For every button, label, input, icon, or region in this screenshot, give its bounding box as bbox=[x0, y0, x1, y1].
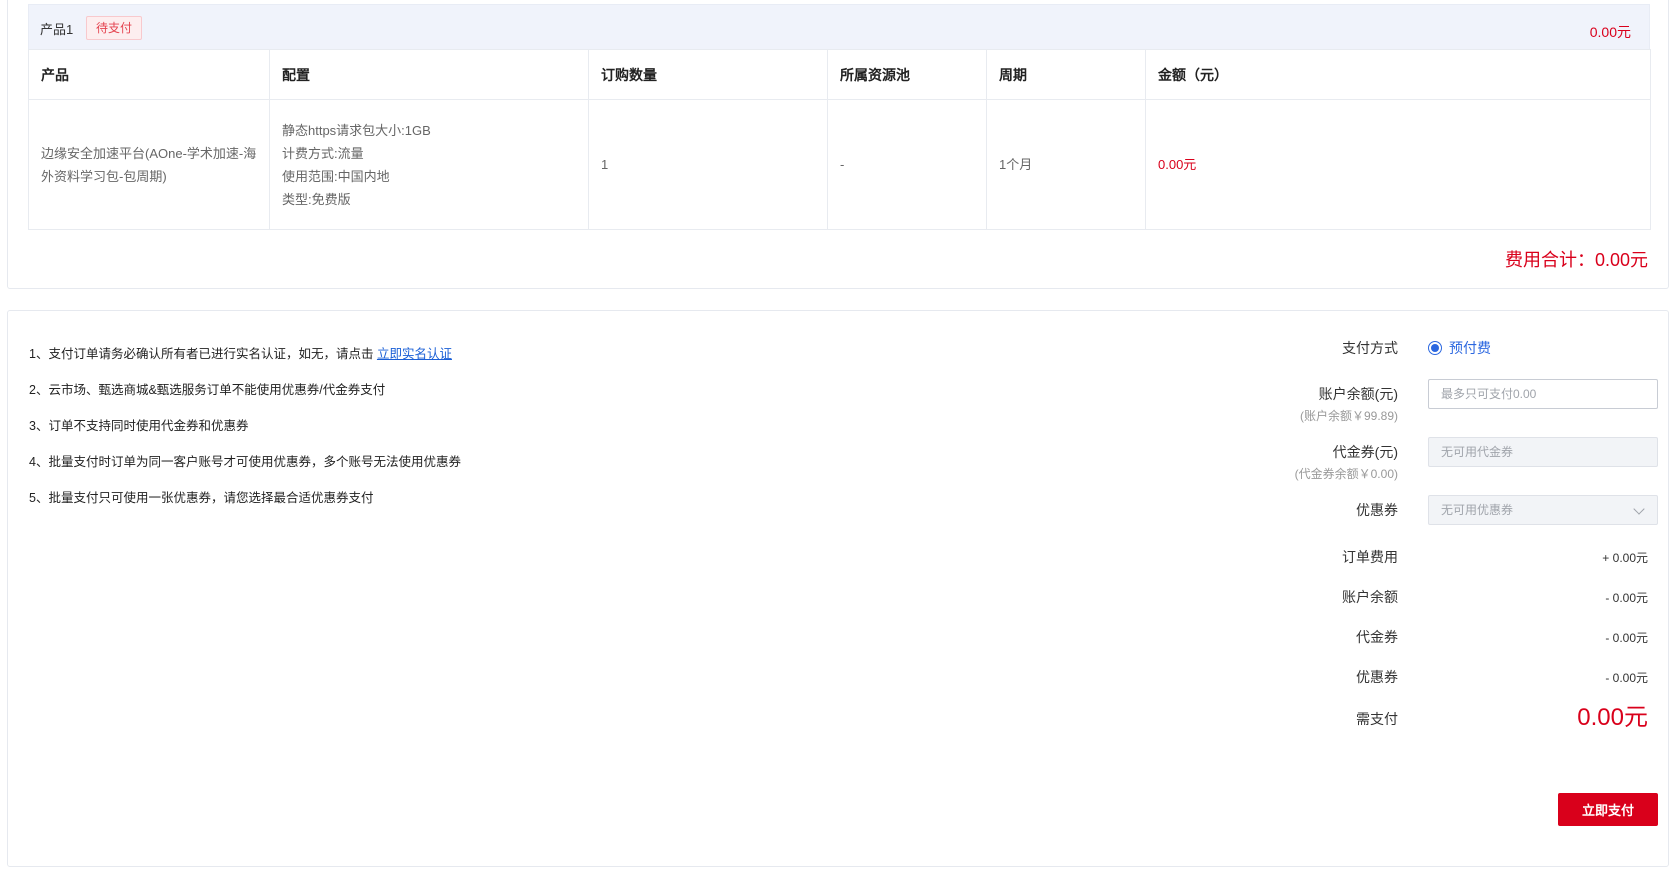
col-header-period: 周期 bbox=[986, 49, 1146, 100]
summary-voucher-label: 代金券 bbox=[1356, 629, 1398, 645]
cell-resource-pool: - bbox=[827, 99, 987, 230]
order-header-band: 产品1 待支付 0.00元 bbox=[28, 4, 1650, 50]
summary-coupon-value: - 0.00元 bbox=[1605, 671, 1648, 685]
voucher-available: (代金券余额￥0.00) bbox=[1294, 467, 1398, 481]
summary-voucher-value: - 0.00元 bbox=[1605, 631, 1648, 645]
coupon-select[interactable]: 无可用优惠券 bbox=[1428, 495, 1658, 525]
cell-period: 1个月 bbox=[986, 99, 1146, 230]
voucher-label: 代金券(元) bbox=[1332, 444, 1398, 460]
order-card: 产品1 待支付 0.00元 产品 配置 订购数量 所属资源池 周期 金额（元） … bbox=[7, 0, 1669, 289]
config-line: 使用范围:中国内地 bbox=[282, 168, 390, 184]
order-table: 产品 配置 订购数量 所属资源池 周期 金额（元） 边缘安全加速平台(AOne-… bbox=[28, 49, 1651, 230]
balance-label: 账户余额(元) bbox=[1318, 386, 1398, 402]
balance-available: (账户余额￥99.89) bbox=[1299, 409, 1398, 423]
summary-coupon-label: 优惠券 bbox=[1356, 669, 1398, 685]
coupon-label: 优惠券 bbox=[1356, 502, 1398, 518]
total-cost: 费用合计：0.00元 bbox=[1504, 250, 1648, 270]
note-3: 3、订单不支持同时使用代金券和优惠券 bbox=[29, 419, 249, 433]
need-pay-value: 0.00元 bbox=[1577, 704, 1648, 731]
config-line: 计费方式:流量 bbox=[282, 145, 364, 161]
col-header-config: 配置 bbox=[269, 49, 589, 100]
summary-order-fee-value: + 0.00元 bbox=[1602, 551, 1648, 565]
summary-balance-label: 账户余额 bbox=[1342, 589, 1398, 605]
table-row: 边缘安全加速平台(AOne-学术加速-海外资料学习包-包周期) 静态https请… bbox=[28, 99, 1651, 230]
col-header-amount: 金额（元） bbox=[1145, 49, 1651, 100]
summary-order-fee-label: 订单费用 bbox=[1342, 549, 1398, 565]
cell-config: 静态https请求包大小:1GB 计费方式:流量 使用范围:中国内地 类型:免费… bbox=[269, 99, 589, 230]
summary-balance-value: - 0.00元 bbox=[1605, 591, 1648, 605]
table-header-row: 产品 配置 订购数量 所属资源池 周期 金额（元） bbox=[28, 49, 1651, 100]
col-header-quantity: 订购数量 bbox=[588, 49, 828, 100]
pay-now-button[interactable]: 立即支付 bbox=[1558, 793, 1658, 826]
coupon-select-value: 无可用优惠券 bbox=[1441, 503, 1514, 517]
voucher-input[interactable] bbox=[1428, 437, 1658, 467]
cell-quantity: 1 bbox=[588, 99, 828, 230]
radio-selected-icon[interactable] bbox=[1428, 341, 1442, 355]
status-badge: 待支付 bbox=[86, 16, 143, 40]
payment-notes: 1、支付订单请务必确认所有者已进行实名认证，如无，请点击 立即实名认证 2、云市… bbox=[29, 344, 461, 524]
col-header-resource-pool: 所属资源池 bbox=[827, 49, 987, 100]
order-product-label: 产品1 bbox=[40, 22, 74, 37]
config-line: 类型:免费版 bbox=[282, 191, 351, 207]
chevron-down-icon bbox=[1633, 503, 1645, 515]
note-2: 2、云市场、甄选商城&甄选服务订单不能使用优惠券/代金券支付 bbox=[29, 383, 386, 397]
payment-method-label: 支付方式 bbox=[1342, 340, 1398, 356]
prepaid-radio[interactable]: 预付费 bbox=[1428, 338, 1491, 358]
cell-amount: 0.00元 bbox=[1145, 99, 1651, 230]
note-1-text: 1、支付订单请务必确认所有者已进行实名认证，如无，请点击 bbox=[29, 347, 377, 361]
balance-input[interactable] bbox=[1428, 379, 1658, 409]
verify-identity-link[interactable]: 立即实名认证 bbox=[377, 347, 452, 361]
config-line: 静态https请求包大小:1GB bbox=[282, 122, 431, 138]
prepaid-radio-label[interactable]: 预付费 bbox=[1449, 338, 1491, 358]
note-5: 5、批量支付只可使用一张优惠券，请您选择最合适优惠券支付 bbox=[29, 491, 374, 505]
payment-card: 1、支付订单请务必确认所有者已进行实名认证，如无，请点击 立即实名认证 2、云市… bbox=[7, 310, 1669, 867]
need-pay-label: 需支付 bbox=[1356, 711, 1398, 727]
cell-product: 边缘安全加速平台(AOne-学术加速-海外资料学习包-包周期) bbox=[28, 99, 270, 230]
note-1: 1、支付订单请务必确认所有者已进行实名认证，如无，请点击 立即实名认证 bbox=[29, 344, 461, 380]
col-header-product: 产品 bbox=[28, 49, 270, 100]
order-band-amount: 0.00元 bbox=[1589, 24, 1631, 40]
note-4: 4、批量支付时订单为同一客户账号才可使用优惠券，多个账号无法使用优惠券 bbox=[29, 455, 461, 469]
